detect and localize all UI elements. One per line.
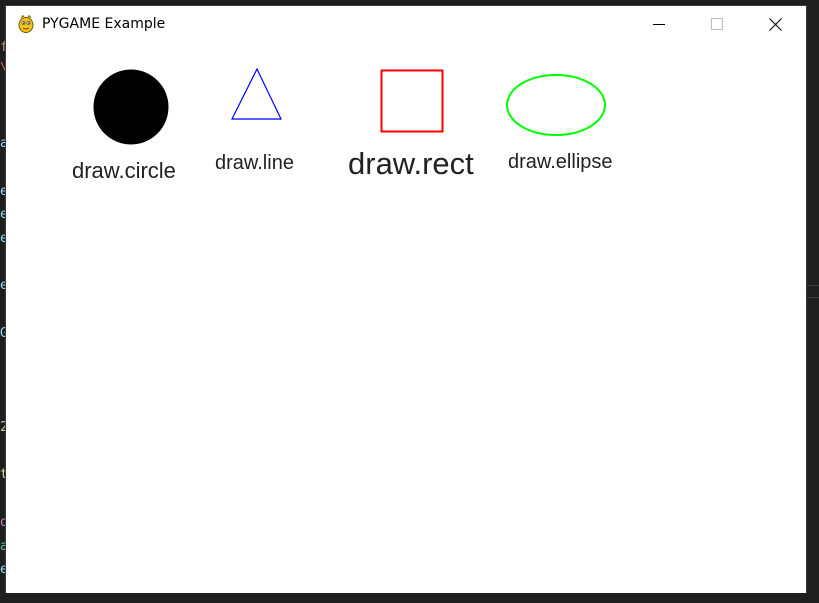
- pygame-snake-icon: [18, 14, 34, 33]
- circle-label: draw.circle: [72, 158, 176, 183]
- close-button[interactable]: [746, 6, 804, 42]
- editor-divider: [806, 297, 819, 298]
- pygame-canvas[interactable]: draw.circle draw.line draw.rect draw.ell…: [6, 42, 806, 593]
- triangle-label: draw.line: [215, 152, 294, 174]
- square-shape: [380, 69, 444, 133]
- square-label: draw.rect: [348, 146, 474, 181]
- close-icon: [768, 17, 782, 31]
- window-title: PYGAME Example: [42, 16, 166, 32]
- triangle-shape: [231, 68, 282, 120]
- taskbar-edge: [0, 593, 819, 603]
- maximize-icon: [711, 18, 723, 30]
- ellipse-shape: [506, 74, 606, 136]
- minimize-button[interactable]: [630, 6, 688, 42]
- minimize-icon: [653, 24, 665, 25]
- ellipse-label: draw.ellipse: [508, 151, 613, 173]
- pygame-window: PYGAME Example draw.circle draw.line dra…: [6, 6, 806, 593]
- circle-fill: [93, 69, 169, 145]
- circle-shape: [93, 69, 169, 145]
- title-bar[interactable]: PYGAME Example: [6, 6, 806, 42]
- editor-divider: [806, 285, 819, 286]
- maximize-button[interactable]: [688, 6, 746, 42]
